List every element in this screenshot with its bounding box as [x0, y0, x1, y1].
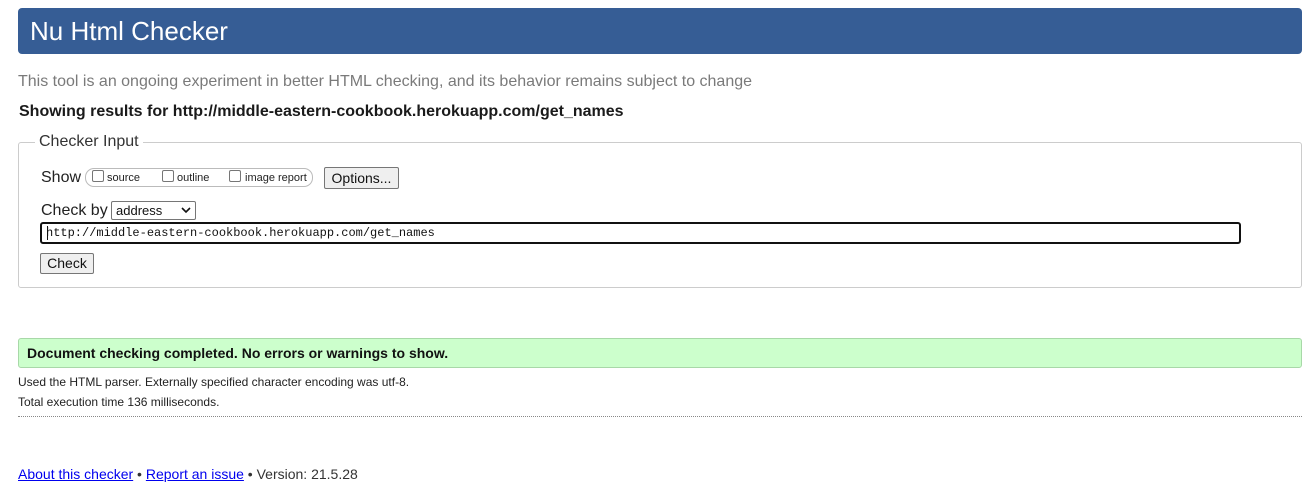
- source-checkbox-label[interactable]: source: [107, 172, 140, 185]
- show-options-group: source outline image report: [85, 168, 313, 187]
- results-for-heading: Showing results for http://middle-easter…: [19, 103, 624, 120]
- check-by-select[interactable]: address: [111, 201, 196, 220]
- check-by-label: Check by: [41, 202, 108, 219]
- success-message: Document checking completed. No errors o…: [27, 345, 449, 361]
- parser-info: Used the HTML parser. Externally specifi…: [18, 375, 410, 389]
- text-caret: [47, 226, 48, 240]
- chevron-down-icon: [181, 207, 191, 214]
- tagline: This tool is an ongoing experiment in be…: [18, 73, 753, 90]
- header-banner: Nu Html Checker: [18, 8, 1302, 54]
- image-report-checkbox[interactable]: [229, 170, 241, 182]
- check-button[interactable]: Check: [40, 253, 94, 274]
- version-text: Version: 21.5.28: [256, 466, 358, 482]
- checker-input-legend: Checker Input: [35, 132, 143, 152]
- show-label: Show: [41, 169, 82, 186]
- image-report-checkbox-label[interactable]: image report: [245, 172, 307, 185]
- execution-time: Total execution time 136 milliseconds.: [18, 395, 220, 409]
- page: Nu Html Checker This tool is an ongoing …: [0, 0, 1316, 491]
- success-message-box: Document checking completed. No errors o…: [18, 338, 1302, 368]
- about-checker-link[interactable]: About this checker: [18, 466, 133, 482]
- check-by-select-value: address: [116, 203, 163, 218]
- options-button[interactable]: Options...: [324, 167, 399, 189]
- checker-input-fieldset: Checker Input Show source outline image …: [18, 132, 1302, 288]
- footer-separator: •: [133, 466, 146, 482]
- url-input-value: http://middle-eastern-cookbook.herokuapp…: [46, 226, 435, 240]
- outline-checkbox[interactable]: [162, 170, 174, 182]
- footer: About this checker • Report an issue • V…: [18, 466, 358, 482]
- outline-checkbox-label[interactable]: outline: [177, 172, 209, 185]
- url-input[interactable]: http://middle-eastern-cookbook.herokuapp…: [40, 222, 1241, 244]
- report-issue-link[interactable]: Report an issue: [146, 466, 244, 482]
- page-title: Nu Html Checker: [30, 16, 228, 46]
- source-checkbox[interactable]: [92, 170, 104, 182]
- footer-separator: •: [243, 466, 257, 482]
- divider: [18, 416, 1302, 417]
